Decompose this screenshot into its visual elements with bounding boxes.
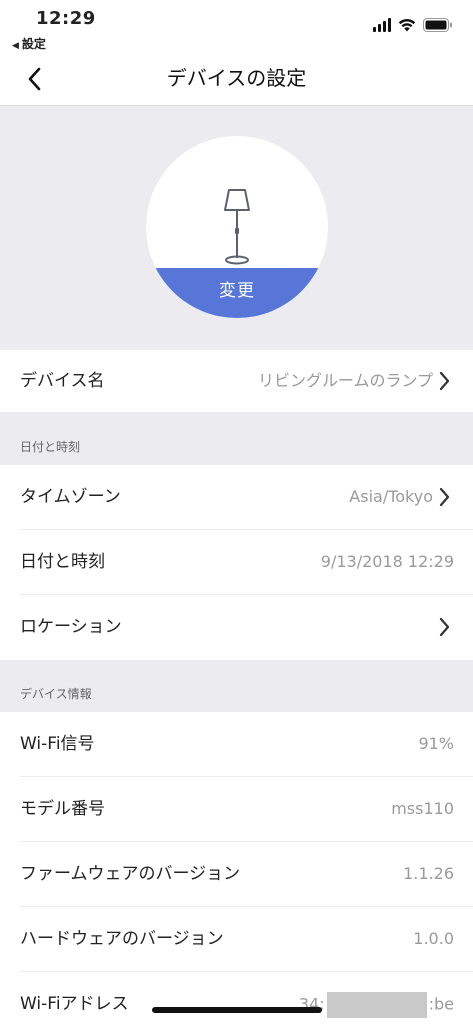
device-image-button[interactable]: 変更 bbox=[146, 136, 328, 318]
status-back-to-app[interactable]: ◀ 設定 bbox=[12, 35, 46, 52]
firmware-version-row: ファームウェアのバージョン 1.1.26 bbox=[0, 842, 473, 907]
date-time-row: 日付と時刻 9/13/2018 12:29 bbox=[0, 530, 473, 595]
section-header-label: 日付と時刻 bbox=[20, 440, 81, 454]
hardware-version-value: 1.0.0 bbox=[413, 929, 454, 948]
wifi-address-value: 34::be bbox=[299, 992, 454, 1018]
location-row[interactable]: ロケーション bbox=[0, 595, 473, 660]
date-time-value: 9/13/2018 12:29 bbox=[320, 552, 454, 571]
chevron-right-icon bbox=[439, 617, 450, 637]
navigation-bar: デバイスの設定 bbox=[0, 56, 473, 106]
firmware-version-value: 1.1.26 bbox=[403, 864, 454, 883]
back-triangle-icon: ◀ bbox=[12, 41, 19, 51]
location-label: ロケーション bbox=[20, 617, 122, 637]
section-header-datetime: 日付と時刻 bbox=[0, 412, 473, 465]
wifi-address-suffix: :be bbox=[428, 994, 454, 1014]
timezone-row[interactable]: タイムゾーン Asia/Tokyo bbox=[0, 465, 473, 530]
wifi-signal-value: 91% bbox=[418, 734, 454, 753]
chevron-right-icon bbox=[439, 487, 450, 507]
section-header-device-info: デバイス情報 bbox=[0, 660, 473, 712]
cellular-signal-icon bbox=[373, 18, 391, 32]
device-name-row[interactable]: デバイス名 リビングルームのランプ bbox=[0, 350, 473, 412]
status-icons bbox=[373, 18, 453, 32]
device-name-value: リビングルームのランプ bbox=[257, 371, 433, 390]
change-image-button[interactable]: 変更 bbox=[146, 268, 328, 318]
device-image-section: 変更 bbox=[0, 107, 473, 349]
page-title: デバイスの設定 bbox=[166, 66, 307, 90]
status-time: 12:29 bbox=[36, 8, 96, 29]
redaction-mask bbox=[326, 992, 427, 1018]
status-back-label: 設定 bbox=[21, 37, 46, 51]
wifi-signal-label: Wi-Fi信号 bbox=[20, 734, 95, 754]
wifi-address-row: Wi-Fiアドレス 34::be bbox=[0, 972, 473, 1024]
timezone-label: タイムゾーン bbox=[20, 487, 121, 507]
firmware-version-label: ファームウェアのバージョン bbox=[20, 864, 241, 884]
status-bar: 12:29 ◀ 設定 bbox=[0, 0, 473, 56]
section-header-label: デバイス情報 bbox=[20, 687, 92, 701]
model-number-row: モデル番号 mss110 bbox=[0, 777, 473, 842]
date-time-label: 日付と時刻 bbox=[20, 552, 105, 572]
battery-icon bbox=[423, 18, 452, 32]
wifi-signal-row: Wi-Fi信号 91% bbox=[0, 712, 473, 777]
floor-lamp-icon bbox=[224, 189, 250, 265]
chevron-right-icon bbox=[439, 371, 450, 391]
model-number-label: モデル番号 bbox=[20, 799, 105, 819]
timezone-value: Asia/Tokyo bbox=[349, 487, 433, 506]
wifi-address-label: Wi-Fiアドレス bbox=[20, 994, 129, 1014]
device-name-label: デバイス名 bbox=[20, 371, 105, 391]
hardware-version-row: ハードウェアのバージョン 1.0.0 bbox=[0, 907, 473, 972]
wifi-icon bbox=[398, 18, 416, 32]
model-number-value: mss110 bbox=[391, 799, 454, 818]
home-indicator[interactable] bbox=[152, 1007, 322, 1013]
hardware-version-label: ハードウェアのバージョン bbox=[20, 929, 224, 949]
